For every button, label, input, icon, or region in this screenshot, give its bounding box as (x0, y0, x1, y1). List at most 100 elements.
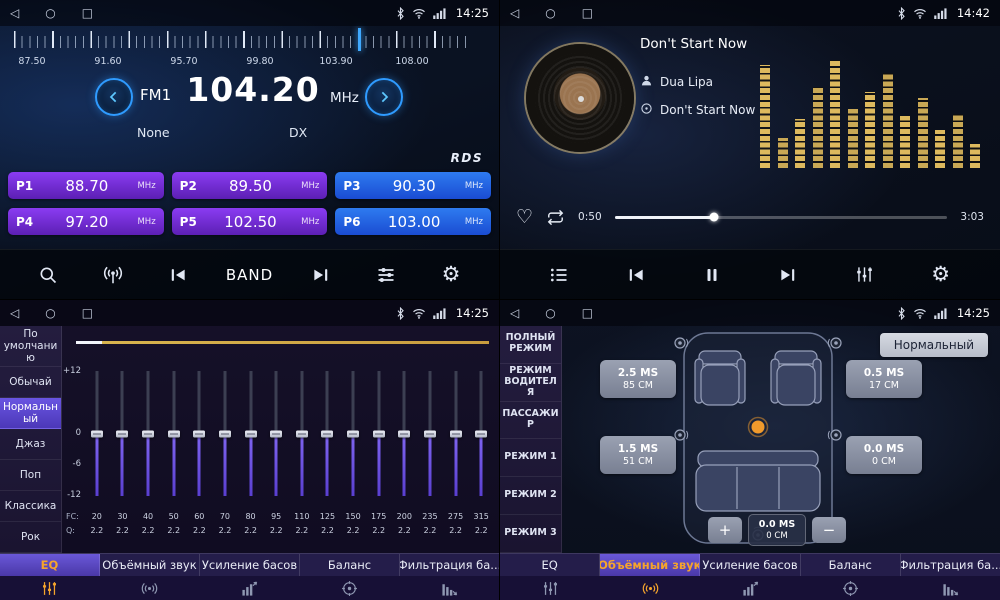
eq-icon[interactable] (500, 576, 600, 600)
surround-mode-item[interactable]: РЕЖИМ 2 (500, 477, 561, 515)
home-icon[interactable]: ○ (45, 307, 55, 319)
mixer-icon[interactable] (847, 255, 881, 295)
progress-knob[interactable] (710, 213, 719, 222)
radio-preset-p2-button[interactable]: P289.50MHz (172, 172, 328, 199)
tab-balance[interactable]: Баланс (300, 554, 400, 576)
eq-preset-item[interactable]: Нормальный (0, 398, 61, 429)
eq-band-slider[interactable] (84, 371, 110, 496)
band-handle[interactable] (142, 430, 154, 437)
repeat-icon[interactable] (546, 208, 565, 227)
filter-icon[interactable] (900, 576, 1000, 600)
next-track-icon[interactable] (771, 255, 805, 295)
tab-eq[interactable]: EQ (500, 554, 600, 576)
tune-up-button[interactable] (365, 78, 403, 116)
band-handle[interactable] (398, 430, 410, 437)
band-button[interactable]: BAND (226, 255, 273, 295)
progress-bar[interactable] (615, 216, 948, 219)
eq-band-slider[interactable] (110, 371, 136, 496)
playlist-icon[interactable] (542, 255, 576, 295)
tab-filter[interactable]: Фильтрация ба... (901, 554, 1000, 576)
surround-mode-item[interactable]: ПАССАЖИР (500, 402, 561, 440)
band-handle[interactable] (270, 430, 282, 437)
previous-track-icon[interactable] (619, 255, 653, 295)
radio-preset-p1-button[interactable]: P188.70MHz (8, 172, 164, 199)
band-handle[interactable] (347, 430, 359, 437)
back-icon[interactable]: ◁ (510, 307, 519, 319)
surround-preset-button[interactable]: Нормальный (880, 333, 988, 357)
delay-rear-left-button[interactable]: 1.5 MS 51 CM (600, 436, 676, 474)
radio-preset-p4-button[interactable]: P497.20MHz (8, 208, 164, 235)
home-icon[interactable]: ○ (545, 307, 555, 319)
recents-icon[interactable]: □ (582, 307, 593, 319)
favorite-icon[interactable]: ♡ (516, 208, 533, 227)
radio-preset-p3-button[interactable]: P390.30MHz (335, 172, 491, 199)
search-icon[interactable] (31, 255, 65, 295)
recents-icon[interactable]: □ (582, 7, 593, 19)
band-handle[interactable] (193, 430, 205, 437)
eq-preset-item[interactable]: Классика (0, 491, 61, 522)
bass-icon[interactable] (700, 576, 800, 600)
tab-surround-sound[interactable]: Объёмный звук (100, 554, 200, 576)
tab-bass-boost[interactable]: Усиление басов (200, 554, 300, 576)
eq-preset-item[interactable]: Поп (0, 460, 61, 491)
surround-mode-item[interactable]: РЕЖИМ ВОДИТЕЛЯ (500, 364, 561, 402)
band-handle[interactable] (168, 430, 180, 437)
preamp-slider[interactable] (76, 341, 489, 344)
balance-icon[interactable] (299, 576, 399, 600)
eq-band-slider[interactable] (366, 371, 392, 496)
delay-front-left-button[interactable]: 2.5 MS 85 CM (600, 360, 676, 398)
delay-decrease-button[interactable]: − (812, 517, 846, 543)
eq-preset-item[interactable]: По умолчанию (0, 326, 61, 367)
eq-icon[interactable] (0, 576, 100, 600)
surround-icon[interactable] (600, 576, 700, 600)
previous-station-icon[interactable] (161, 255, 195, 295)
delay-rear-right-button[interactable]: 0.0 MS 0 CM (846, 436, 922, 474)
next-station-icon[interactable] (304, 255, 338, 295)
eq-band-slider[interactable] (468, 371, 494, 496)
tune-down-button[interactable] (95, 78, 133, 116)
eq-band-slider[interactable] (135, 371, 161, 496)
settings-gear-icon[interactable]: ⚙ (434, 255, 468, 295)
eq-preset-item[interactable]: Джаз (0, 429, 61, 460)
recents-icon[interactable]: □ (82, 7, 93, 19)
bass-icon[interactable] (200, 576, 300, 600)
filter-icon[interactable] (399, 576, 499, 600)
eq-band-slider[interactable] (263, 371, 289, 496)
surround-icon[interactable] (100, 576, 200, 600)
eq-preset-item[interactable]: Обычай (0, 367, 61, 398)
eq-band-slider[interactable] (392, 371, 418, 496)
sliders-icon[interactable] (369, 255, 403, 295)
radio-preset-p5-button[interactable]: P5102.50MHz (172, 208, 328, 235)
eq-band-slider[interactable] (289, 371, 315, 496)
surround-mode-item[interactable]: ПОЛНЫЙ РЕЖИМ (500, 326, 561, 364)
delay-front-right-button[interactable]: 0.5 MS 17 CM (846, 360, 922, 398)
settings-gear-icon[interactable]: ⚙ (924, 255, 958, 295)
band-handle[interactable] (321, 430, 333, 437)
band-handle[interactable] (424, 430, 436, 437)
band-handle[interactable] (116, 430, 128, 437)
home-icon[interactable]: ○ (545, 7, 555, 19)
tab-surround-sound[interactable]: Объёмный звук (600, 554, 700, 576)
back-icon[interactable]: ◁ (510, 7, 519, 19)
eq-band-slider[interactable] (212, 371, 238, 496)
back-icon[interactable]: ◁ (10, 307, 19, 319)
back-icon[interactable]: ◁ (10, 7, 19, 19)
eq-band-slider[interactable] (315, 371, 341, 496)
band-handle[interactable] (245, 430, 257, 437)
eq-band-slider[interactable] (417, 371, 443, 496)
eq-preset-item[interactable]: Рок (0, 522, 61, 553)
band-handle[interactable] (296, 430, 308, 437)
broadcast-icon[interactable] (96, 255, 130, 295)
pause-icon[interactable] (695, 255, 729, 295)
tab-balance[interactable]: Баланс (801, 554, 901, 576)
band-handle[interactable] (219, 430, 231, 437)
eq-band-slider[interactable] (340, 371, 366, 496)
home-icon[interactable]: ○ (45, 7, 55, 19)
balance-icon[interactable] (800, 576, 900, 600)
recents-icon[interactable]: □ (82, 307, 93, 319)
band-handle[interactable] (91, 430, 103, 437)
band-handle[interactable] (450, 430, 462, 437)
band-handle[interactable] (373, 430, 385, 437)
surround-mode-item[interactable]: РЕЖИМ 1 (500, 439, 561, 477)
delay-increase-button[interactable]: + (708, 517, 742, 543)
